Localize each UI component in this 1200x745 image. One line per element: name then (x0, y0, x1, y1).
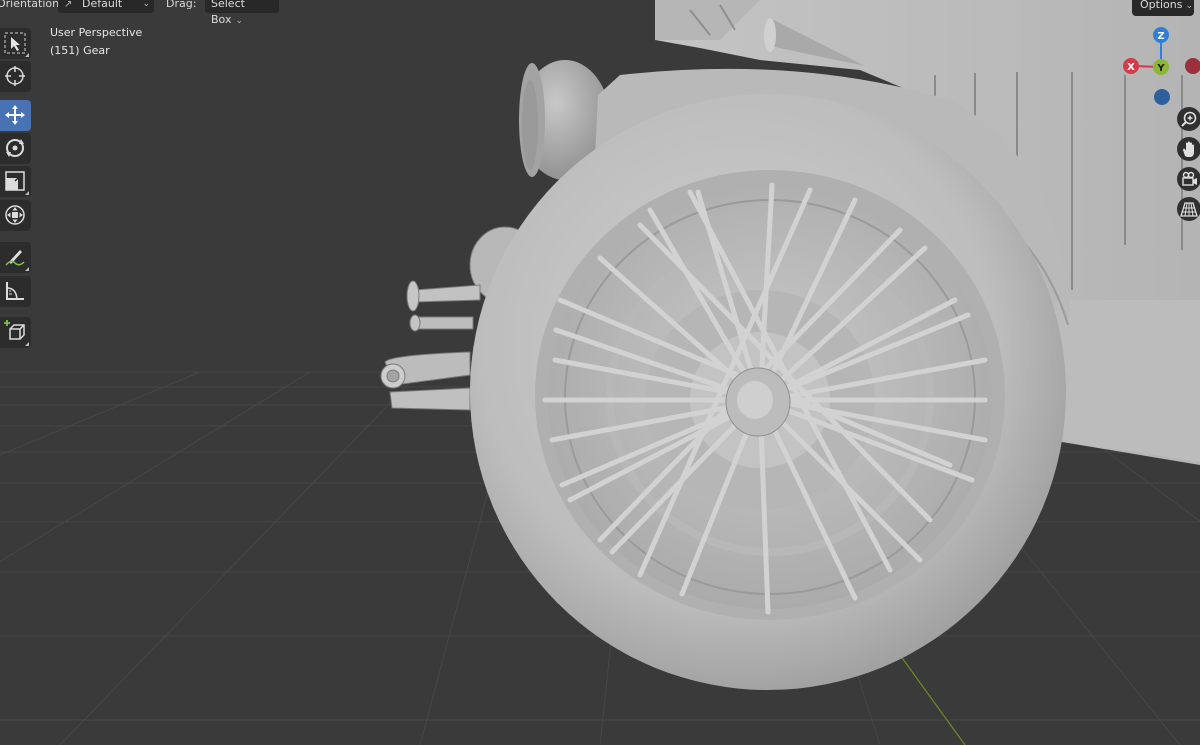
pan-button[interactable] (1177, 137, 1200, 161)
orientation-dropdown[interactable]: ↗ Default ⌄ (58, 0, 154, 13)
tool-options-triangle (25, 267, 29, 271)
measure-icon (6, 282, 24, 300)
add-cube-icon (4, 320, 25, 340)
scale-icon (5, 171, 25, 191)
zoom-button[interactable] (1177, 107, 1200, 131)
perspective-grid-icon (1180, 202, 1198, 217)
perspective-toggle-button[interactable] (1177, 197, 1200, 221)
add-cube-tool[interactable] (0, 317, 31, 348)
measure-tool[interactable] (0, 276, 31, 307)
rotate-tool[interactable] (0, 133, 31, 164)
orientation-axes-icon: ↗ (64, 0, 73, 10)
viewport-header: Orientation: ↗ Default ⌄ Drag: Select Box ⌄… (0, 0, 1200, 26)
tool-options-triangle (25, 342, 29, 346)
y-axis-label: Y (1156, 63, 1165, 74)
tool-options-triangle (25, 53, 29, 57)
cursor-icon (5, 66, 25, 86)
transform-icon (5, 205, 25, 225)
y-axis-line (899, 654, 966, 745)
rotate-icon (6, 139, 24, 157)
select-box-tool[interactable] (0, 28, 31, 59)
neg-z-axis-ball[interactable] (1154, 89, 1170, 105)
camera-icon (1182, 171, 1197, 186)
z-axis-label: Z (1157, 31, 1164, 42)
x-axis-label: X (1127, 62, 1135, 73)
chevron-down-icon: ⌄ (142, 0, 150, 9)
wheel-hub (725, 367, 791, 437)
orientation-value: Default (82, 0, 123, 10)
drag-label: Drag: (166, 0, 197, 10)
options-button[interactable]: Options ⌄ (1132, 0, 1194, 16)
scale-tool[interactable] (0, 166, 31, 197)
options-label: Options (1140, 0, 1183, 11)
view-name: User Perspective (50, 26, 143, 39)
zoom-icon (1181, 111, 1197, 127)
transform-tool[interactable] (0, 200, 31, 231)
tool-options-triangle (25, 191, 29, 195)
3d-viewport[interactable] (0, 0, 1200, 745)
camera-view-button[interactable] (1177, 167, 1200, 191)
hand-icon (1183, 141, 1194, 157)
drag-dropdown[interactable]: Select Box ⌄ (205, 0, 279, 26)
annotate-tool[interactable] (0, 242, 31, 273)
neg-x-axis-ball[interactable] (1185, 58, 1200, 74)
chevron-down-icon: ⌄ (1185, 1, 1193, 11)
annotate-icon (5, 250, 25, 266)
viewport-scene (0, 0, 1200, 745)
object-info: (151) Gear (50, 44, 110, 57)
navigation-gizmo[interactable]: Z X Y (1116, 22, 1200, 112)
move-icon (5, 105, 25, 125)
move-tool[interactable] (0, 100, 31, 131)
chevron-down-icon: ⌄ (235, 16, 243, 26)
select-box-icon (4, 32, 26, 54)
cursor-tool[interactable] (0, 61, 31, 92)
orientation-label: Orientation: (0, 0, 63, 10)
